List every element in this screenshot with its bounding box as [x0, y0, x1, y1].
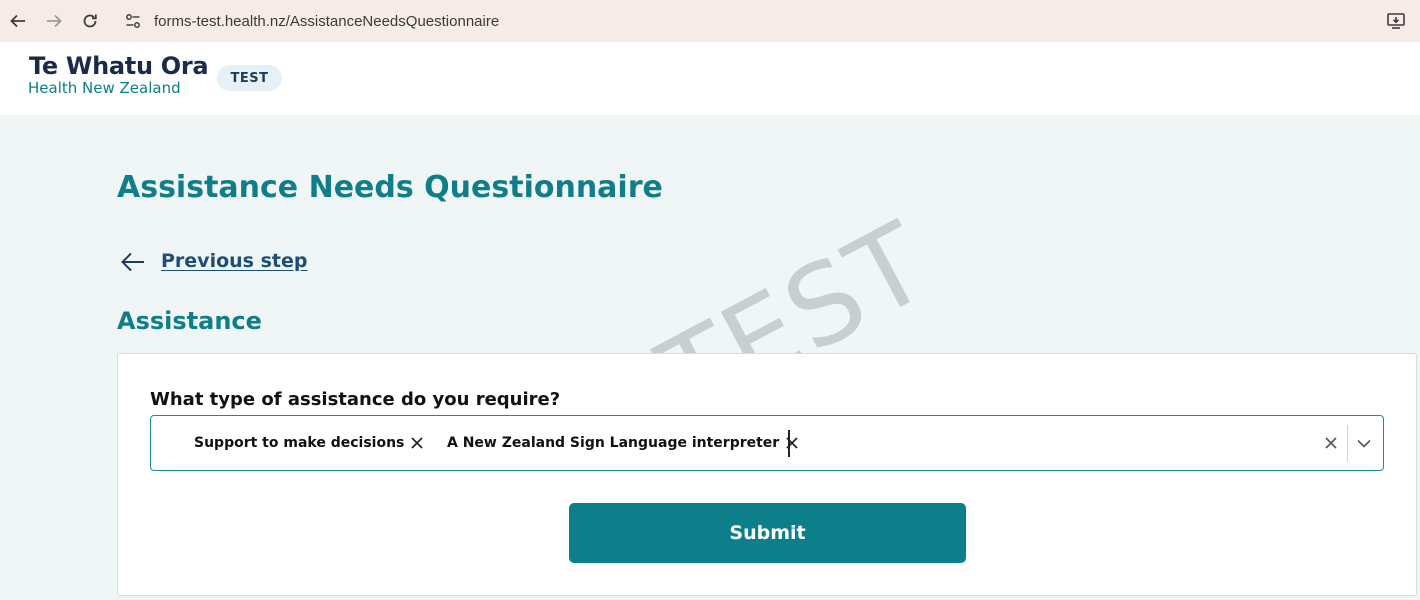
site-header: Te Whatu Ora Health New Zealand TEST — [0, 42, 1420, 115]
chip-label: Support to make decisions — [194, 435, 405, 451]
submit-button[interactable]: Submit — [569, 503, 966, 563]
selected-chip: A New Zealand Sign Language interpreter — [447, 435, 799, 451]
back-icon[interactable] — [8, 11, 28, 31]
select-divider — [1347, 425, 1348, 462]
environment-badge: TEST — [217, 65, 282, 91]
chevron-down-icon[interactable] — [1355, 435, 1373, 451]
forward-icon[interactable] — [44, 11, 64, 31]
watermark-text: TEST — [710, 328, 940, 354]
logo-subtitle[interactable]: Health New Zealand — [28, 79, 181, 97]
question-label: What type of assistance do you require? — [150, 389, 561, 410]
browser-toolbar: forms-test.health.nz/AssistanceNeedsQues… — [0, 0, 1420, 42]
arrow-left-icon[interactable] — [120, 251, 146, 273]
section-title: Assistance — [117, 307, 262, 335]
remove-chip-icon[interactable] — [410, 436, 424, 450]
text-caret — [788, 430, 790, 457]
clear-all-icon[interactable] — [1323, 435, 1339, 451]
site-info-icon[interactable] — [124, 12, 142, 30]
selected-chip: Support to make decisions — [194, 435, 424, 451]
logo-title[interactable]: Te Whatu Ora — [29, 52, 209, 80]
reload-icon[interactable] — [80, 11, 100, 31]
watermark-text: TEST — [640, 197, 940, 354]
url-text[interactable]: forms-test.health.nz/AssistanceNeedsQues… — [154, 13, 499, 30]
assistance-multiselect[interactable]: Support to make decisions A New Zealand … — [150, 415, 1384, 471]
previous-step-link[interactable]: Previous step — [161, 250, 307, 272]
chip-label: A New Zealand Sign Language interpreter — [447, 435, 780, 451]
page-title: Assistance Needs Questionnaire — [117, 170, 663, 205]
question-card: What type of assistance do you require? … — [117, 353, 1417, 596]
install-app-icon[interactable] — [1386, 12, 1406, 30]
